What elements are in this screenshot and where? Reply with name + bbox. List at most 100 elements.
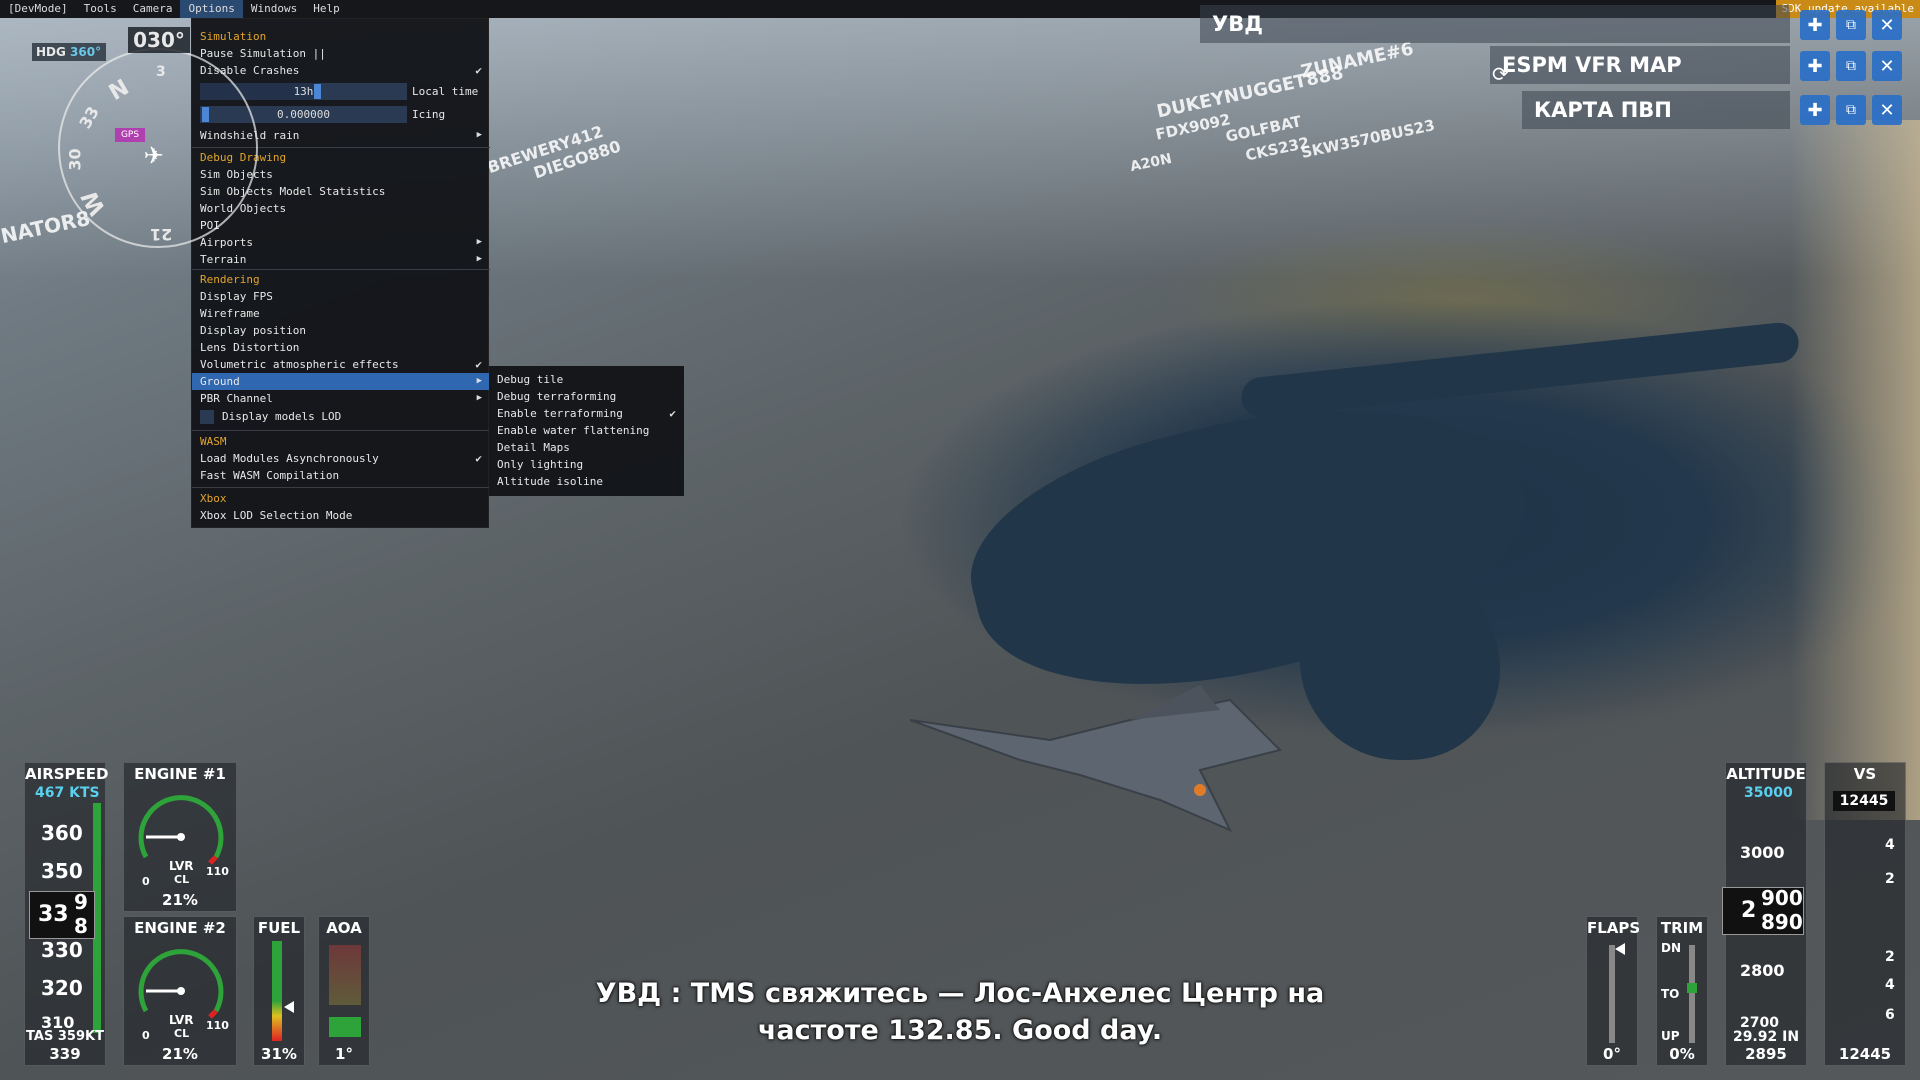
section-simulation: Simulation xyxy=(200,30,267,43)
aoa-title: AOA xyxy=(326,919,362,937)
menu-item-pbr-channel[interactable]: PBR Channel ▶ xyxy=(192,390,490,407)
submenu-arrow-icon: ▶ xyxy=(476,254,482,264)
aoa-band xyxy=(329,945,361,1005)
flaps-indicator: FLAPS 0° xyxy=(1586,916,1641,1066)
airspeed-tick: 320 xyxy=(41,976,83,1000)
trim-title: TRIM xyxy=(1660,919,1704,937)
altitude-title: ALTITUDE xyxy=(1726,765,1806,783)
menu-item-label: Ground xyxy=(200,375,240,388)
submenu-item-enable-terraforming[interactable]: Enable terraforming ✔ xyxy=(489,405,684,422)
undock-button[interactable]: ⧉ xyxy=(1836,95,1866,125)
menu-windows[interactable]: Windows xyxy=(243,0,305,18)
menu-item-lens-distortion[interactable]: Lens Distortion xyxy=(192,339,490,356)
flaps-title: FLAPS xyxy=(1587,919,1641,937)
atc-panel-title[interactable]: УВД xyxy=(1200,5,1790,43)
vs-title: VS xyxy=(1853,765,1877,783)
menu-item-disable-crashes[interactable]: Disable Crashes ✔ xyxy=(192,62,490,79)
undock-button[interactable]: ⧉ xyxy=(1836,10,1866,40)
undock-button[interactable]: ⧉ xyxy=(1836,51,1866,81)
trim-track xyxy=(1689,945,1695,1043)
engine-2-mode: LVR xyxy=(169,1013,194,1027)
engine-1-mode2: CL xyxy=(174,873,190,886)
fuel-value: 31% xyxy=(261,1045,297,1063)
vertical-speed: VS 12445 4 2 2 4 6 12445 xyxy=(1824,762,1906,1066)
checkmark-icon: ✔ xyxy=(669,407,676,420)
menu-item-wireframe[interactable]: Wireframe xyxy=(192,305,490,322)
menu-item-terrain[interactable]: Terrain ▶ xyxy=(192,251,490,268)
close-button[interactable]: ✕ xyxy=(1872,10,1902,40)
menu-item-label: Volumetric atmospheric effects xyxy=(200,358,399,371)
bay-water xyxy=(1300,560,1500,760)
altitude-current-box: 2 900 890 xyxy=(1722,886,1804,935)
menu-item-label: Altitude isoline xyxy=(497,475,603,488)
menu-options[interactable]: Options xyxy=(180,0,243,18)
selected-airspeed: 467 KTS xyxy=(35,785,100,801)
barometric-setting: 29.92 IN xyxy=(1732,1029,1800,1045)
add-button[interactable]: ✚ xyxy=(1800,10,1830,40)
karta-panel-title[interactable]: КАРТА ПВП xyxy=(1522,91,1790,129)
vs-tick: 2 xyxy=(1885,871,1895,887)
engine-1-percent: 21% xyxy=(162,891,198,909)
fuel-pointer-icon xyxy=(284,1001,294,1013)
trim-to: TO xyxy=(1661,987,1680,1001)
engine-2-max: 110 xyxy=(206,1019,229,1032)
hdg-bug-value: 360° xyxy=(70,45,102,59)
submenu-arrow-icon: ▶ xyxy=(476,130,482,140)
engine-1-min: 0 xyxy=(142,875,150,888)
submenu-item-altitude-isoline[interactable]: Altitude isoline xyxy=(489,473,684,490)
menu-item-label: Enable water flattening xyxy=(497,424,650,437)
vs-tick: 2 xyxy=(1885,949,1895,965)
divider xyxy=(192,430,490,431)
menu-item-load-modules[interactable]: Load Modules Asynchronously ✔ xyxy=(192,450,490,467)
submenu-item-detail-maps[interactable]: Detail Maps xyxy=(489,439,684,456)
heading-readout: 030° xyxy=(128,27,190,53)
add-button[interactable]: ✚ xyxy=(1800,51,1830,81)
close-button[interactable]: ✕ xyxy=(1872,95,1902,125)
flaps-track xyxy=(1609,945,1615,1043)
menu-help[interactable]: Help xyxy=(305,0,348,18)
menu-item-display-fps[interactable]: Display FPS xyxy=(192,288,490,305)
ground-submenu: Debug tile Debug terraforming Enable ter… xyxy=(489,366,684,496)
menu-item-fast-wasm[interactable]: Fast WASM Compilation xyxy=(192,467,490,484)
engine-1-max: 110 xyxy=(206,865,229,878)
menu-item-display-models-lod[interactable]: Display models LOD xyxy=(192,408,490,425)
engine-2-gauge: ENGINE #2 LVR CL 0 110 21% xyxy=(123,916,237,1066)
checkmark-icon: ✔ xyxy=(475,452,482,465)
menu-item-label: Fast WASM Compilation xyxy=(200,469,340,482)
menu-item-label: Terrain xyxy=(200,253,247,266)
menu-item-label: Display models LOD xyxy=(222,410,342,423)
menu-item-pause-simulation[interactable]: Pause Simulation || xyxy=(192,45,490,62)
submenu-item-debug-terraforming[interactable]: Debug terraforming xyxy=(489,388,684,405)
menu-item-label: Wireframe xyxy=(200,307,260,320)
menu-item-poi[interactable]: POI xyxy=(192,217,490,234)
submenu-item-debug-tile[interactable]: Debug tile xyxy=(489,371,684,388)
menu-item-label: PBR Channel xyxy=(200,392,273,405)
menu-item-label: Load Modules Asynchronously xyxy=(200,452,379,465)
channel-water xyxy=(1239,320,1801,420)
submenu-arrow-icon: ▶ xyxy=(476,237,482,247)
vs-top-readout: 12445 xyxy=(1833,791,1895,811)
menu-item-display-position[interactable]: Display position xyxy=(192,322,490,339)
menu-item-airports[interactable]: Airports ▶ xyxy=(192,234,490,251)
compass-label: W xyxy=(77,185,112,220)
add-button[interactable]: ✚ xyxy=(1800,95,1830,125)
submenu-arrow-icon: ▶ xyxy=(476,393,482,403)
true-airspeed: TAS 359KT xyxy=(26,1029,104,1044)
menu-devmode[interactable]: [DevMode] xyxy=(0,0,76,18)
menu-item-volumetric[interactable]: Volumetric atmospheric effects ✔ xyxy=(192,356,490,373)
menu-item-xbox-lod[interactable]: Xbox LOD Selection Mode xyxy=(192,507,490,524)
menu-tools[interactable]: Tools xyxy=(76,0,125,18)
submenu-item-only-lighting[interactable]: Only lighting xyxy=(489,456,684,473)
menu-item-label: Debug terraforming xyxy=(497,390,617,403)
heading-bug-readout: HDG 360° xyxy=(32,43,106,61)
trim-up: UP xyxy=(1661,1029,1680,1043)
menu-item-ground[interactable]: Ground ▶ xyxy=(192,373,490,390)
vfr-map-panel-title[interactable]: ESPM VFR MAP xyxy=(1490,46,1790,84)
refresh-icon[interactable]: ⟳ xyxy=(1492,62,1509,86)
close-button[interactable]: ✕ xyxy=(1872,51,1902,81)
fuel-bar xyxy=(272,941,282,1041)
submenu-item-water-flattening[interactable]: Enable water flattening xyxy=(489,422,684,439)
section-xbox: Xbox xyxy=(200,492,227,505)
fuel-title: FUEL xyxy=(257,919,301,937)
menu-camera[interactable]: Camera xyxy=(125,0,181,18)
